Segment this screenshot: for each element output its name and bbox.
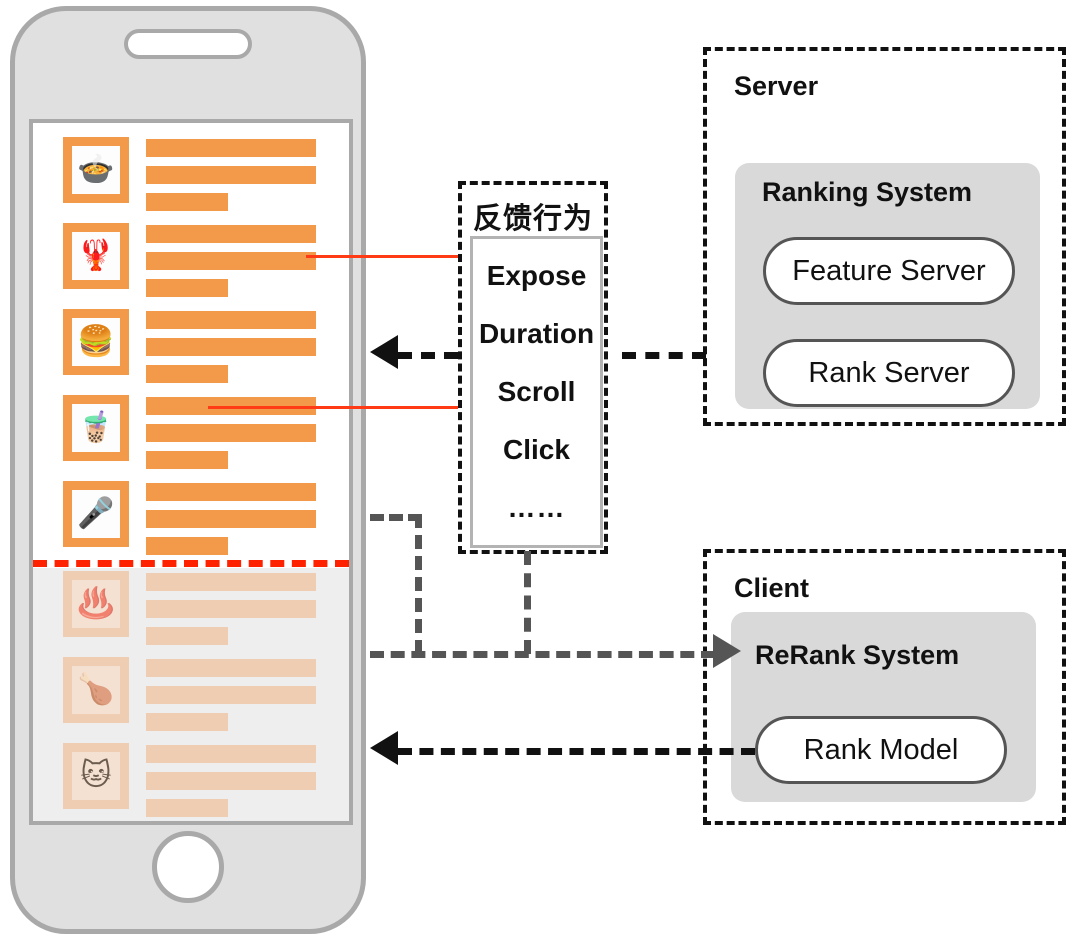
item-text-placeholders [146, 743, 316, 817]
client-panel-title: Client [734, 573, 810, 603]
item-thumbnail: 🍔 [63, 309, 129, 375]
placeholder-bar [146, 225, 316, 243]
placeholder-bar [146, 279, 228, 297]
feedback-to-phone-arrowhead [370, 335, 398, 369]
phone-to-rerank-arrowhead [713, 634, 741, 668]
rankmodel-to-phone-connector [398, 748, 755, 755]
list-item[interactable]: 🍲 [63, 137, 316, 211]
feedback-panel-title: 反馈行为 [472, 203, 593, 235]
placeholder-bar [146, 483, 316, 501]
placeholder-bar [146, 772, 316, 790]
rank-model-node[interactable]: Rank Model [755, 716, 1007, 784]
feature-server-node[interactable]: Feature Server [763, 237, 1015, 305]
placeholder-bar [146, 573, 316, 591]
placeholder-bar [146, 451, 228, 469]
bubble-tea-icon: 🧋 [72, 404, 120, 452]
list-item[interactable]: 🎤 [63, 481, 316, 555]
placeholder-bar [146, 627, 228, 645]
lobster-icon: 🦞 [72, 232, 120, 280]
item-thumbnail: 🍗 [63, 657, 129, 723]
item-text-placeholders [146, 309, 316, 383]
placeholder-bar [146, 659, 316, 677]
feedback-to-phone-connector [398, 352, 458, 359]
placeholder-bar [146, 745, 316, 763]
expose-connector-line [306, 255, 466, 258]
scroll-connector-line [208, 406, 466, 409]
placeholder-bar [146, 311, 316, 329]
placeholder-bar [146, 166, 316, 184]
cat-face-icon: 🐱 [72, 752, 120, 800]
placeholder-bar [146, 338, 316, 356]
server-to-feedback-connector [622, 352, 706, 359]
item-text-placeholders [146, 137, 316, 211]
diagram-canvas: 🍲 🦞 🍔 🧋 🎤 ♨️ 🍗 🐱 反馈行为 Expose Duration Sc… [0, 0, 1080, 943]
placeholder-bar [146, 713, 228, 731]
fold-separator-line [33, 560, 349, 567]
list-item[interactable]: 🍗 [63, 657, 316, 731]
item-thumbnail: 🧋 [63, 395, 129, 461]
phone-to-rerank-vertical-left [415, 514, 422, 654]
ranking-system-title: Ranking System [762, 177, 973, 207]
feedback-item-ellipsis: …… [507, 492, 566, 523]
item-text-placeholders [146, 657, 316, 731]
server-panel-title: Server [734, 71, 819, 101]
feedback-item-list: Expose Duration Scroll Click …… [470, 236, 603, 548]
placeholder-bar [146, 365, 228, 383]
placeholder-bar [146, 193, 228, 211]
list-item[interactable]: 🐱 [63, 743, 316, 817]
item-thumbnail: 🐱 [63, 743, 129, 809]
item-thumbnail: 🦞 [63, 223, 129, 289]
hot-springs-icon: ♨️ [72, 580, 120, 628]
placeholder-bar [146, 537, 228, 555]
placeholder-bar [146, 139, 316, 157]
item-thumbnail: 🎤 [63, 481, 129, 547]
phone-screen: 🍲 🦞 🍔 🧋 🎤 ♨️ 🍗 🐱 [29, 119, 353, 825]
microphone-icon: 🎤 [72, 490, 120, 538]
phone-mockup: 🍲 🦞 🍔 🧋 🎤 ♨️ 🍗 🐱 [10, 6, 366, 934]
phone-speaker-icon [124, 29, 252, 59]
item-thumbnail: 🍲 [63, 137, 129, 203]
feedback-item-duration: Duration [478, 318, 595, 349]
placeholder-bar [146, 510, 316, 528]
list-item[interactable]: ♨️ [63, 571, 316, 645]
list-item[interactable]: 🦞 [63, 223, 316, 297]
roast-chicken-icon: 🍗 [72, 666, 120, 714]
placeholder-bar [146, 686, 316, 704]
placeholder-bar [146, 799, 228, 817]
list-item[interactable]: 🍔 [63, 309, 316, 383]
feedback-panel: 反馈行为 Expose Duration Scroll Click …… [458, 181, 608, 554]
item-thumbnail: ♨️ [63, 571, 129, 637]
hotpot-icon: 🍲 [72, 146, 120, 194]
item-text-placeholders [146, 571, 316, 645]
rankmodel-to-phone-arrowhead [370, 731, 398, 765]
placeholder-bar [146, 424, 316, 442]
placeholder-bar [146, 252, 316, 270]
rerank-system-title: ReRank System [755, 640, 960, 670]
rank-server-node[interactable]: Rank Server [763, 339, 1015, 407]
item-text-placeholders [146, 481, 316, 555]
phone-home-button[interactable] [152, 831, 224, 903]
feedback-item-expose: Expose [486, 260, 587, 291]
phone-to-rerank-horizontal [370, 651, 715, 658]
server-panel: Server Ranking System Feature Server Ran… [703, 47, 1066, 426]
placeholder-bar [146, 600, 316, 618]
hamburger-icon: 🍔 [72, 318, 120, 366]
item-text-placeholders [146, 223, 316, 297]
feedback-to-rerank-vertical [524, 551, 531, 654]
feedback-item-click: Click [503, 434, 570, 465]
feedback-item-scroll: Scroll [497, 376, 576, 407]
